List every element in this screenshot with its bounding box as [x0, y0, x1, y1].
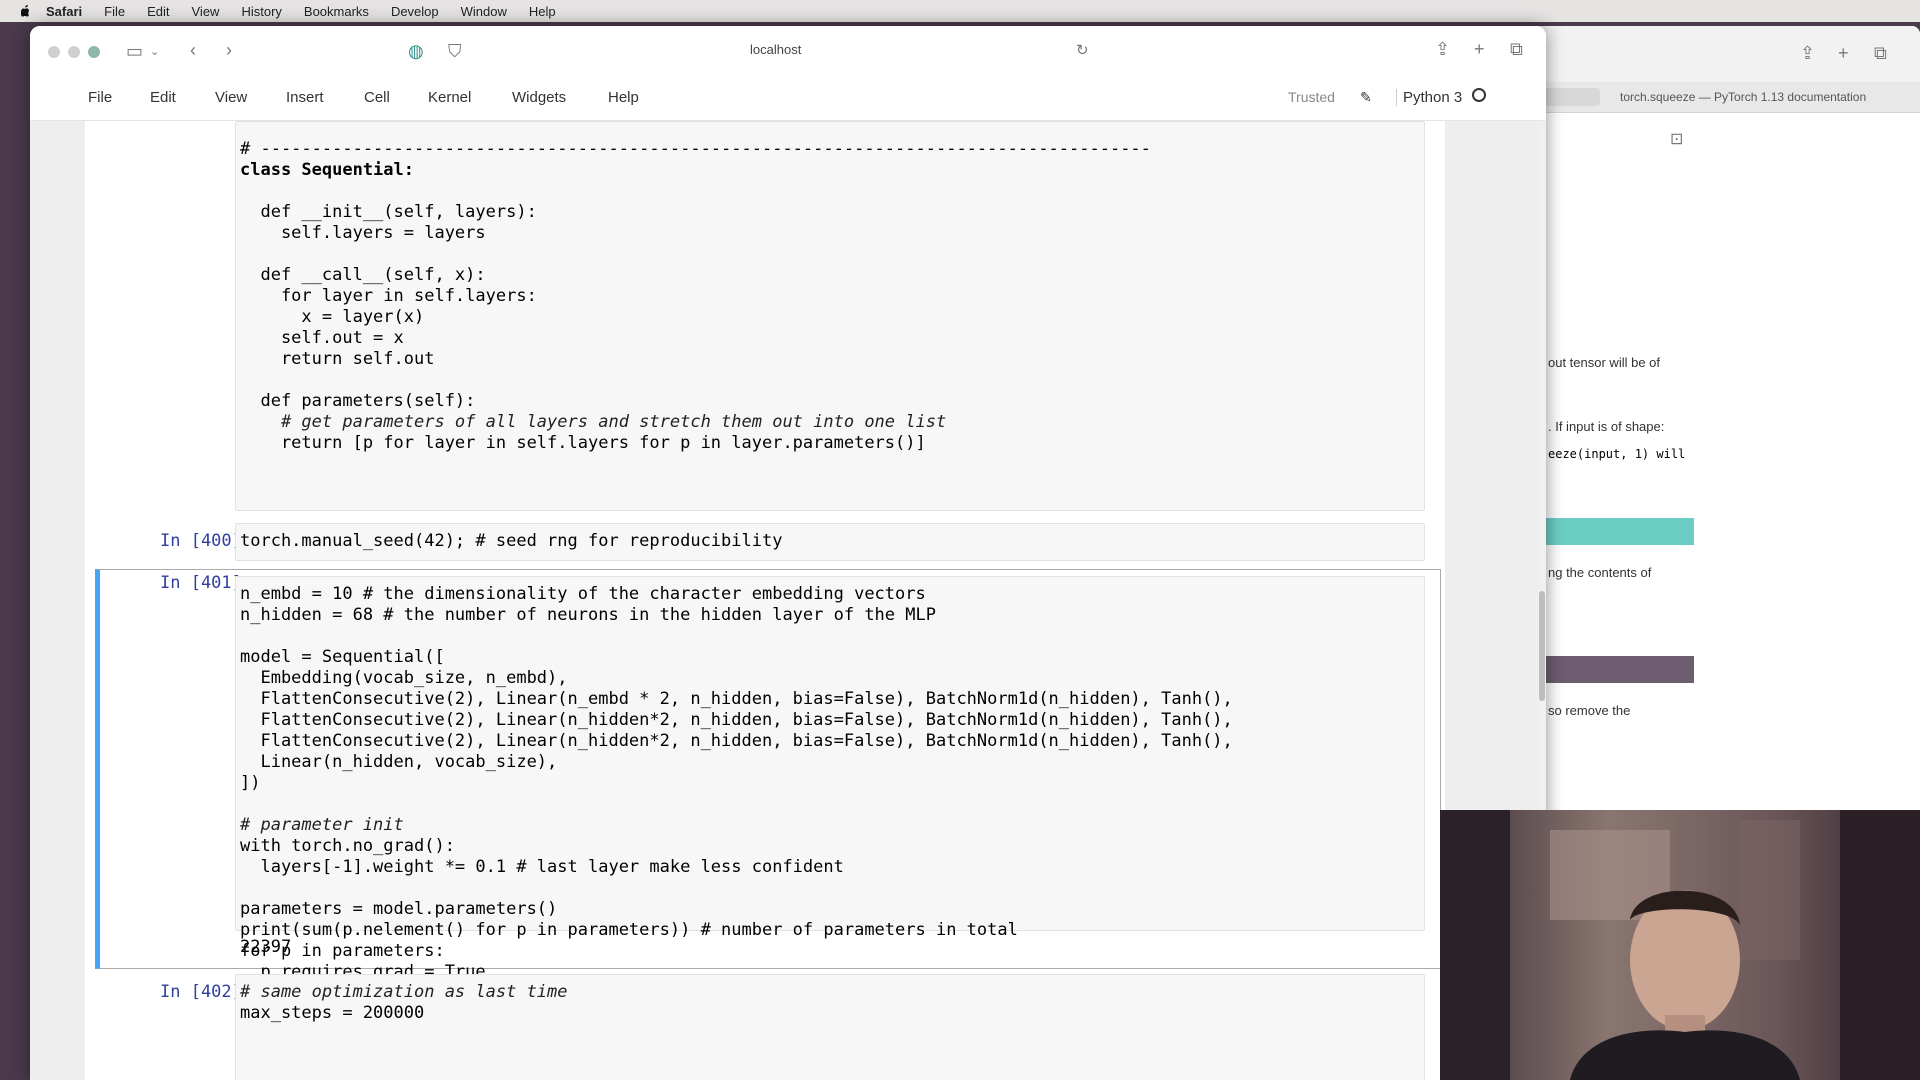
code-line: self.layers = layers: [240, 223, 486, 243]
shield-icon[interactable]: ⛉: [448, 42, 462, 60]
code-line: return self.out: [240, 349, 435, 369]
notebook-area: # --------------------------------------…: [30, 121, 1546, 1080]
cell-output: 22397: [240, 937, 292, 957]
menubar-develop[interactable]: Develop: [391, 4, 439, 19]
code-line: layers[-1].weight *= 0.1 # last layer ma…: [240, 857, 844, 877]
docs-text: . If input is of shape:: [1548, 419, 1665, 434]
scrollbar-thumb[interactable]: [1539, 591, 1545, 701]
code-line: FlattenConsecutive(2), Linear(n_embd * 2…: [240, 689, 1233, 709]
menubar-view[interactable]: View: [192, 4, 220, 19]
background-tab-title[interactable]: torch.squeeze — PyTorch 1.13 documentati…: [1620, 90, 1866, 104]
optimization-code[interactable]: # same optimization as last time max_ste…: [240, 982, 568, 1024]
jupyter-menu-view[interactable]: View: [215, 89, 247, 106]
jupyter-menu-widgets[interactable]: Widgets: [512, 89, 566, 106]
safari-window: ▭ ⌄ ‹ › ◍ ⛉ localhost ↻ ⇪ + ⧉ File Edit …: [30, 26, 1546, 1080]
new-tab-icon[interactable]: +: [1474, 40, 1485, 58]
menubar-file[interactable]: File: [104, 4, 125, 19]
code-line: def __init__(self, layers):: [240, 202, 537, 222]
jupyter-menu-kernel[interactable]: Kernel: [428, 89, 471, 106]
back-icon[interactable]: ‹: [190, 41, 196, 59]
menubar-bookmarks[interactable]: Bookmarks: [304, 4, 369, 19]
code-line: with torch.no_grad():: [240, 836, 455, 856]
code-line: print(sum(p.nelement() for p in paramete…: [240, 920, 1018, 940]
code-line: FlattenConsecutive(2), Linear(n_hidden*2…: [240, 710, 1233, 730]
safari-toolbar: ▭ ⌄ ‹ › ◍ ⛉ localhost ↻ ⇪ + ⧉: [30, 26, 1546, 76]
sequential-class-code[interactable]: # --------------------------------------…: [240, 139, 1151, 454]
minimize-button[interactable]: [68, 46, 80, 58]
background-tab-bar: torch.squeeze — PyTorch 1.13 documentati…: [1500, 82, 1920, 113]
code-line[interactable]: torch.manual_seed(42); # seed rng for re…: [240, 531, 782, 552]
reload-icon[interactable]: ↻: [1076, 42, 1089, 60]
code-line: class Sequential:: [240, 160, 414, 180]
code-line: Embedding(vocab_size, n_embd),: [240, 668, 568, 688]
background-browser-window[interactable]: ⇪ + ⧉ torch.squeeze — PyTorch 1.13 docum…: [1500, 26, 1920, 816]
terminal-icon[interactable]: ⊡: [1670, 131, 1683, 149]
address-bar[interactable]: localhost: [750, 42, 801, 57]
menubar-app-name[interactable]: Safari: [46, 4, 82, 19]
menubar-window[interactable]: Window: [461, 4, 507, 19]
extension-icon[interactable]: ◍: [408, 42, 424, 60]
sidebar-icon[interactable]: ▭: [126, 42, 143, 60]
code-line: def parameters(self):: [240, 391, 476, 411]
tabs-overview-icon[interactable]: ⧉: [1874, 44, 1887, 62]
code-line: max_steps = 200000: [240, 1003, 425, 1023]
code-line: n_hidden = 68 # the number of neurons in…: [240, 605, 936, 625]
code-line: n_embd = 10 # the dimensionality of the …: [240, 584, 926, 604]
code-line: # get parameters of all layers and stret…: [240, 412, 947, 432]
code-line: parameters = model.parameters(): [240, 899, 558, 919]
code-line: FlattenConsecutive(2), Linear(n_hidden*2…: [240, 731, 1233, 751]
docs-text: out tensor will be of: [1548, 355, 1661, 370]
jupyter-menu-file[interactable]: File: [88, 89, 112, 106]
window-controls: [48, 46, 100, 58]
apple-icon[interactable]: [18, 4, 32, 18]
docs-teal-banner: [1546, 518, 1694, 545]
code-line: # parameter init: [240, 815, 404, 835]
code-line: for layer in self.layers:: [240, 286, 537, 306]
docs-code-text: eeze(input, 1) will: [1548, 447, 1686, 461]
kernel-status-icon: [1472, 88, 1486, 102]
share-icon[interactable]: ⇪: [1800, 44, 1815, 62]
jupyter-menubar: File Edit View Insert Cell Kernel Widget…: [30, 76, 1546, 121]
jupyter-menu-cell[interactable]: Cell: [364, 89, 390, 106]
macos-menubar: Safari File Edit View History Bookmarks …: [0, 0, 1920, 22]
jupyter-menu-insert[interactable]: Insert: [286, 89, 324, 106]
background-toolbar: ⇪ + ⧉: [1500, 26, 1920, 83]
docs-content: ⊡ out tensor will be of . If input is of…: [1500, 113, 1920, 813]
menubar-help[interactable]: Help: [529, 4, 556, 19]
code-line: x = layer(x): [240, 307, 425, 327]
docs-text: so remove the: [1548, 703, 1631, 718]
webcam-overlay: [1440, 810, 1920, 1080]
tabs-overview-icon[interactable]: ⧉: [1510, 40, 1523, 58]
docs-text: ng the contents of: [1548, 565, 1652, 580]
notebook-page: # --------------------------------------…: [85, 121, 1445, 1080]
background-tab[interactable]: [1540, 88, 1600, 106]
jupyter-menu-help[interactable]: Help: [608, 89, 639, 106]
kernel-name[interactable]: Python 3: [1396, 89, 1462, 106]
code-line: # same optimization as last time: [240, 982, 568, 1002]
webcam-video-image: [1440, 810, 1920, 1080]
close-button[interactable]: [48, 46, 60, 58]
model-definition-code[interactable]: n_embd = 10 # the dimensionality of the …: [240, 584, 1233, 983]
new-tab-icon[interactable]: +: [1838, 44, 1849, 62]
jupyter-menu-edit[interactable]: Edit: [150, 89, 176, 106]
zoom-button[interactable]: [88, 46, 100, 58]
edit-pencil-icon[interactable]: ✎: [1360, 89, 1372, 106]
share-icon[interactable]: ⇪: [1435, 40, 1450, 58]
code-line: model = Sequential([: [240, 647, 445, 667]
code-line: self.out = x: [240, 328, 404, 348]
docs-purple-banner: [1546, 656, 1694, 683]
code-line: def __call__(self, x):: [240, 265, 486, 285]
code-line: Linear(n_hidden, vocab_size),: [240, 752, 558, 772]
menubar-history[interactable]: History: [241, 4, 281, 19]
forward-icon[interactable]: ›: [226, 41, 232, 59]
code-line: # --------------------------------------…: [240, 139, 1151, 159]
chevron-down-icon[interactable]: ⌄: [150, 43, 159, 61]
code-line: return [p for layer in self.layers for p…: [240, 433, 926, 453]
code-line: ]): [240, 773, 261, 793]
menubar-edit[interactable]: Edit: [147, 4, 169, 19]
trusted-indicator[interactable]: Trusted: [1288, 89, 1335, 105]
